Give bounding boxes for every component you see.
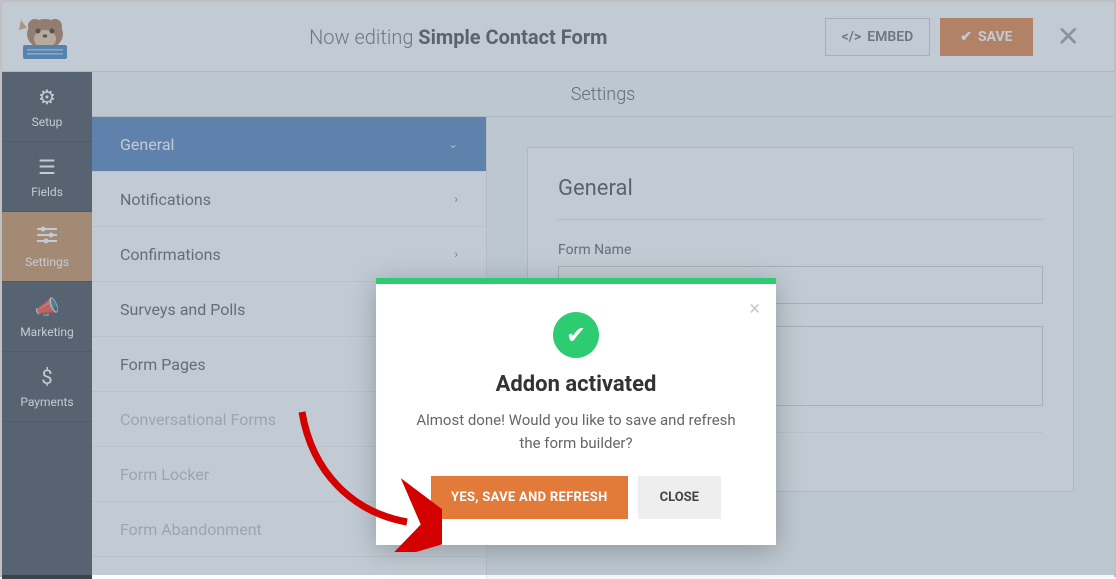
subnav-item-notifications[interactable]: Notifications› [92, 172, 486, 227]
sidebar-item-fields[interactable]: ☰Fields [2, 142, 92, 212]
modal-body: Almost done! Would you like to save and … [406, 409, 746, 454]
save-button[interactable]: ✔SAVE [940, 18, 1032, 56]
chevron-right-icon: › [454, 247, 458, 261]
top-bar: Now editing Simple Contact Form </>EMBED… [2, 2, 1114, 72]
page-title: Now editing Simple Contact Form [92, 25, 825, 49]
sliders-icon [36, 225, 58, 249]
form-name-label: Form Name [558, 242, 1043, 258]
close-button[interactable]: CLOSE [638, 476, 721, 519]
chevron-down-icon: ⌄ [448, 137, 458, 151]
list-icon: ☰ [38, 155, 56, 179]
bullhorn-icon: 📣 [35, 295, 60, 319]
sidebar-item-setup[interactable]: ⚙Setup [2, 72, 92, 142]
card-heading: General [558, 176, 1043, 220]
chevron-right-icon: › [454, 192, 458, 206]
success-check-icon: ✔ [553, 312, 599, 358]
gear-icon: ⚙ [38, 85, 56, 109]
modal-close-icon[interactable]: × [749, 296, 760, 320]
sidebar-item-marketing[interactable]: 📣Marketing [2, 282, 92, 352]
addon-activated-modal: × ✔ Addon activated Almost done! Would y… [376, 278, 776, 545]
settings-header: Settings [92, 72, 1114, 117]
app-logo [2, 2, 92, 72]
close-builder-icon[interactable]: ✕ [1043, 20, 1094, 53]
code-icon: </> [842, 29, 862, 45]
editing-prefix: Now editing [309, 25, 418, 49]
subnav-item-general[interactable]: General⌄ [92, 117, 486, 172]
check-icon: ✔ [960, 29, 972, 45]
form-title: Simple Contact Form [418, 25, 607, 49]
sidebar-item-settings[interactable]: Settings [2, 212, 92, 282]
modal-title: Addon activated [406, 372, 746, 397]
embed-button[interactable]: </>EMBED [825, 18, 931, 56]
dollar-icon: $ [41, 365, 52, 389]
sidebar-item-payments[interactable]: $Payments [2, 352, 92, 422]
subnav-item-confirmations[interactable]: Confirmations› [92, 227, 486, 282]
save-refresh-button[interactable]: YES, SAVE AND REFRESH [431, 476, 628, 519]
left-sidebar: ⚙Setup ☰Fields Settings 📣Marketing $Paym… [2, 72, 92, 579]
